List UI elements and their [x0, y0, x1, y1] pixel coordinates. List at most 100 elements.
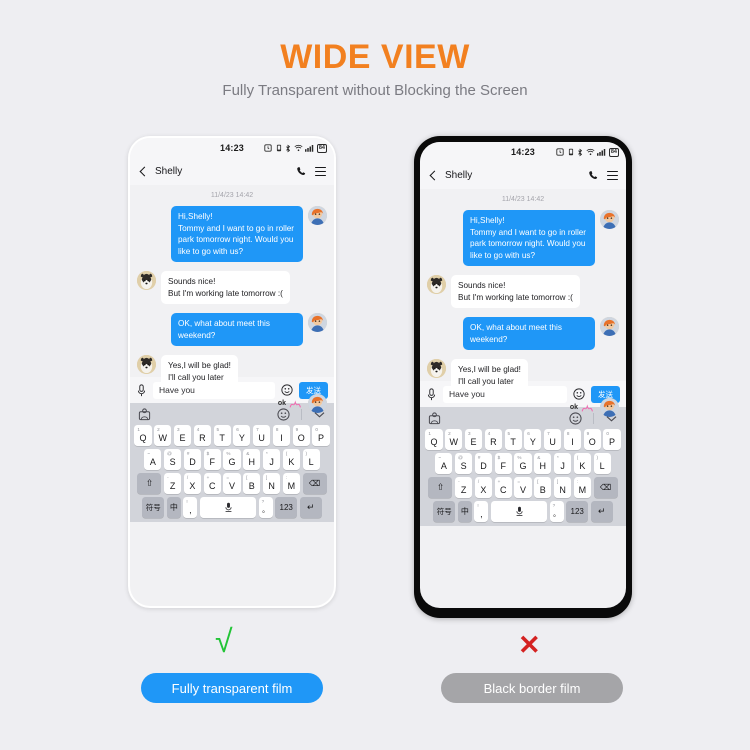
key-z[interactable]: -Z: [164, 473, 182, 494]
key-c[interactable]: + C: [494, 477, 512, 498]
key-e[interactable]: 3E: [464, 429, 483, 450]
back-arrow-icon[interactable]: [138, 167, 148, 177]
key-a[interactable]: ~ A: [144, 449, 162, 470]
message-bubble-outgoing[interactable]: Hi,Shelly! Tommy and I want to go in rol…: [171, 206, 303, 262]
backspace-key[interactable]: ⌫: [302, 473, 327, 494]
chevron-down-icon[interactable]: [605, 414, 618, 423]
key-d[interactable]: # D: [183, 449, 202, 470]
key-t[interactable]: 5T: [504, 429, 522, 450]
back-arrow-icon[interactable]: [428, 171, 438, 181]
avatar-peer: [137, 355, 156, 374]
message-row: Yes,I will be glad! I'll call you later: [427, 359, 619, 392]
emoji-icon[interactable]: [569, 412, 582, 425]
key-p[interactable]: 0P: [603, 429, 621, 450]
emoji-icon[interactable]: [277, 408, 290, 421]
message-bubble-incoming[interactable]: Yes,I will be glad! I'll call you later: [451, 359, 528, 392]
key-k[interactable]: (K: [282, 449, 300, 470]
key-w[interactable]: 2W: [445, 429, 463, 450]
space-key[interactable]: [491, 501, 547, 522]
key-s[interactable]: @ S: [455, 453, 473, 474]
key-sup: /: [477, 479, 480, 484]
key-j[interactable]: * J: [553, 453, 572, 474]
key-x[interactable]: / X: [474, 477, 493, 498]
avatar-self: [600, 317, 619, 336]
key-d[interactable]: # D: [474, 453, 493, 474]
key-k[interactable]: (K: [573, 453, 591, 474]
enter-key[interactable]: ↵: [299, 497, 322, 518]
numeric-key[interactable]: 123: [275, 497, 298, 518]
key-a[interactable]: ~ A: [435, 453, 453, 474]
comma-key[interactable]: !,: [474, 501, 489, 522]
key-m[interactable]: :M: [282, 473, 300, 494]
message-bubble-outgoing[interactable]: Hi,Shelly! Tommy and I want to go in rol…: [463, 210, 595, 266]
key-q[interactable]: 1Q: [134, 425, 152, 446]
message-bubble-outgoing[interactable]: OK, what about meet this weekend?: [171, 313, 303, 346]
key-sup: [: [246, 475, 248, 480]
key-label: M: [578, 485, 587, 495]
key-l[interactable]: ) L: [593, 453, 611, 474]
sticker-icon[interactable]: [428, 412, 441, 425]
key-y[interactable]: 6Y: [524, 429, 542, 450]
key-n[interactable]: ] N: [262, 473, 281, 494]
key-v[interactable]: = V: [223, 473, 241, 494]
key-g[interactable]: % G: [223, 449, 241, 470]
comma-key[interactable]: !,: [183, 497, 198, 518]
shift-key[interactable]: ⇧: [428, 477, 453, 498]
key-b[interactable]: [B: [534, 477, 552, 498]
key-g[interactable]: % G: [514, 453, 532, 474]
key-f[interactable]: $ F: [494, 453, 512, 474]
hamburger-icon[interactable]: [315, 167, 326, 176]
message-bubble-outgoing[interactable]: OK, what about meet this weekend?: [463, 317, 595, 350]
backspace-key[interactable]: ⌫: [593, 477, 618, 498]
message-bubble-incoming[interactable]: Sounds nice! But I'm working late tomorr…: [451, 275, 580, 308]
phone-right-blackborder: 14:23 84 Shelly 11/4/23 14:42 Hi,Shelly!…: [414, 136, 632, 618]
key-r[interactable]: 4R: [484, 429, 502, 450]
key-z[interactable]: -Z: [455, 477, 473, 498]
shift-key[interactable]: ⇧: [137, 473, 162, 494]
key-u[interactable]: 7U: [253, 425, 271, 446]
key-o[interactable]: 9O: [583, 429, 601, 450]
key-y[interactable]: 6Y: [233, 425, 251, 446]
key-p[interactable]: 0P: [312, 425, 330, 446]
period-key[interactable]: ?。: [258, 497, 273, 518]
key-h[interactable]: & H: [243, 449, 261, 470]
phone-icon[interactable]: [588, 170, 599, 181]
key-i[interactable]: 8I: [563, 429, 582, 450]
key-q[interactable]: 1Q: [425, 429, 443, 450]
key-t[interactable]: 5T: [213, 425, 231, 446]
key-i[interactable]: 8I: [272, 425, 291, 446]
message-bubble-incoming[interactable]: Yes,I will be glad! I'll call you later: [161, 355, 238, 388]
key-label: N: [559, 485, 566, 495]
period-key[interactable]: ?。: [549, 501, 564, 522]
key-f[interactable]: $ F: [203, 449, 221, 470]
message-list[interactable]: 11/4/23 14:42 Hi,Shelly! Tommy and I wan…: [420, 189, 626, 417]
key-j[interactable]: * J: [262, 449, 281, 470]
key-b[interactable]: [B: [243, 473, 261, 494]
message-list[interactable]: 11/4/23 14:42 Hi,Shelly! Tommy and I wan…: [130, 185, 334, 413]
message-bubble-incoming[interactable]: Sounds nice! But I'm working late tomorr…: [161, 271, 290, 304]
sticker-icon[interactable]: [138, 408, 151, 421]
space-key[interactable]: [200, 497, 256, 518]
key-x[interactable]: / X: [183, 473, 202, 494]
key-u[interactable]: 7U: [544, 429, 562, 450]
phone-icon[interactable]: [296, 166, 307, 177]
symbols-key[interactable]: 符号: [433, 501, 456, 522]
key-c[interactable]: + C: [203, 473, 221, 494]
key-m[interactable]: :M: [573, 477, 591, 498]
hamburger-icon[interactable]: [607, 171, 618, 180]
key-v[interactable]: = V: [514, 477, 532, 498]
key-r[interactable]: 4R: [193, 425, 211, 446]
key-n[interactable]: ] N: [553, 477, 572, 498]
key-w[interactable]: 2W: [154, 425, 172, 446]
key-e[interactable]: 3E: [173, 425, 192, 446]
language-key[interactable]: 中: [457, 501, 472, 522]
key-h[interactable]: & H: [534, 453, 552, 474]
language-key[interactable]: 中: [166, 497, 181, 518]
numeric-key[interactable]: 123: [566, 501, 589, 522]
chevron-down-icon[interactable]: [313, 410, 326, 419]
symbols-key[interactable]: 符号: [142, 497, 165, 518]
key-o[interactable]: 9O: [292, 425, 310, 446]
key-l[interactable]: ) L: [302, 449, 320, 470]
key-s[interactable]: @ S: [164, 449, 182, 470]
enter-key[interactable]: ↵: [590, 501, 613, 522]
